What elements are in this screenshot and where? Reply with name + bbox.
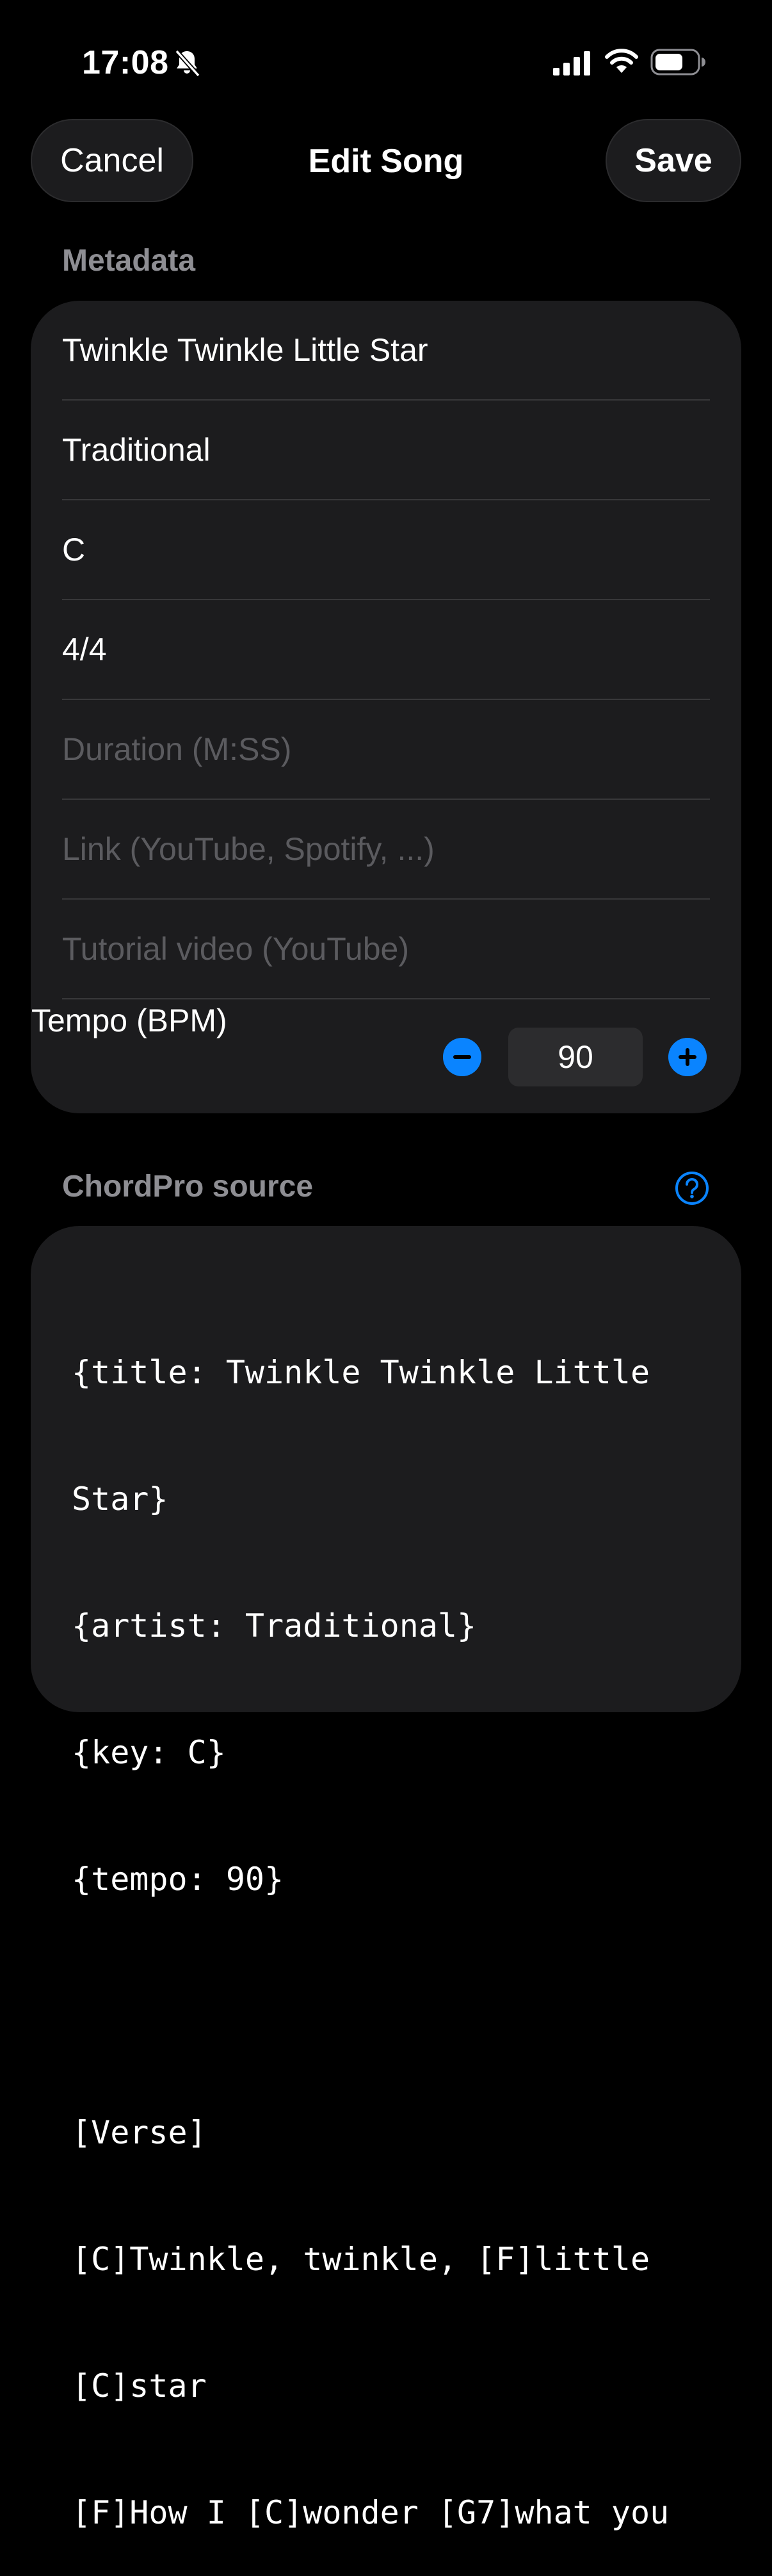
- wifi-icon: [605, 49, 638, 73]
- metadata-section-header: Metadata: [62, 244, 196, 278]
- source-line: Star}: [72, 1481, 168, 1518]
- source-line: [C]Twinkle, twinkle, [F]little: [72, 2241, 650, 2278]
- title-field[interactable]: Twinkle Twinkle Little Star: [62, 301, 710, 401]
- bell-slash-icon: [175, 49, 200, 77]
- source-line: {title: Twinkle Twinkle Little: [72, 1354, 650, 1391]
- cellular-signal-icon: [553, 51, 590, 76]
- minus-circle-icon[interactable]: [443, 1038, 481, 1076]
- source-line: [Verse]: [72, 2114, 207, 2151]
- source-line: [C]star: [72, 2367, 207, 2405]
- key-field[interactable]: C: [62, 500, 710, 600]
- save-button[interactable]: Save: [606, 119, 741, 202]
- battery-icon: [650, 49, 705, 76]
- link-field[interactable]: Link (YouTube, Spotify, ...): [62, 800, 710, 900]
- tutorial-video-field[interactable]: Tutorial video (YouTube): [62, 900, 710, 999]
- source-line: {tempo: 90}: [72, 1861, 284, 1898]
- metadata-card: Twinkle Twinkle Little Star Traditional …: [31, 301, 741, 1113]
- tempo-input[interactable]: 90: [508, 1028, 643, 1086]
- time-signature-field[interactable]: 4/4: [62, 600, 710, 700]
- status-time: 17:08: [82, 44, 169, 81]
- source-line: {artist: Traditional}: [72, 1607, 477, 1644]
- source-line: [72, 1985, 718, 2027]
- chordpro-source-editor[interactable]: {title: Twinkle Twinkle Little Star} {ar…: [72, 1267, 718, 2576]
- status-bar: 17:08: [0, 0, 772, 122]
- source-line: [F]How I [C]wonder [G7]what you: [72, 2494, 670, 2531]
- plus-circle-icon[interactable]: [668, 1038, 707, 1076]
- chordpro-section-header: ChordPro source: [62, 1170, 314, 1204]
- source-line: {key: C}: [72, 1734, 226, 1771]
- question-circle-icon[interactable]: [675, 1171, 709, 1205]
- duration-field[interactable]: Duration (M:SS): [62, 700, 710, 800]
- artist-field[interactable]: Traditional: [62, 401, 710, 500]
- tempo-label: Tempo (BPM): [31, 1003, 227, 1038]
